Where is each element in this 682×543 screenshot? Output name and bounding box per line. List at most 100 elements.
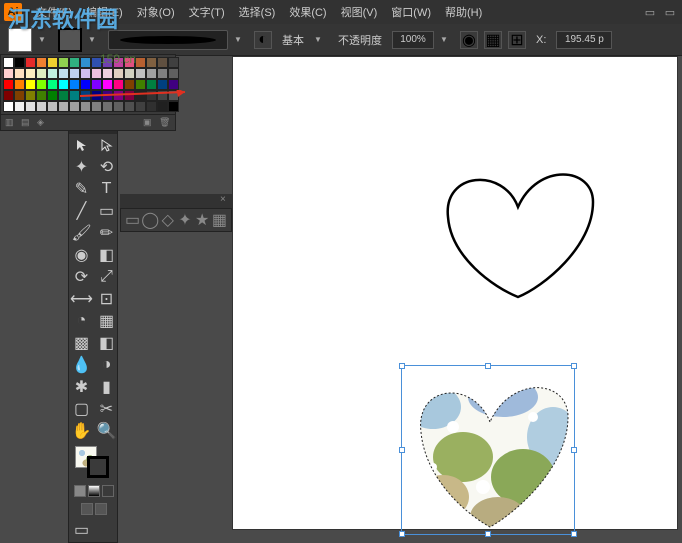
- swatch-cell[interactable]: [146, 68, 157, 79]
- swatch-library-icon[interactable]: ▥: [5, 117, 17, 129]
- swatch-cell[interactable]: [36, 79, 47, 90]
- swatch-cell[interactable]: [124, 79, 135, 90]
- swatch-cell[interactable]: [157, 68, 168, 79]
- swatch-cell[interactable]: [80, 68, 91, 79]
- swatch-cell[interactable]: [25, 90, 36, 101]
- stroke-dropdown-icon[interactable]: ▼: [88, 35, 102, 44]
- pen-tool[interactable]: ✎: [69, 178, 94, 200]
- swatch-cell[interactable]: [168, 101, 179, 112]
- swatch-cell[interactable]: [25, 68, 36, 79]
- artboard-tool[interactable]: ▢: [69, 398, 94, 420]
- swatch-cell[interactable]: [91, 101, 102, 112]
- swatch-cell[interactable]: [102, 90, 113, 101]
- mesh-tool[interactable]: ▩: [69, 332, 94, 354]
- swatch-cell[interactable]: [168, 68, 179, 79]
- style-button[interactable]: ◐: [254, 31, 272, 49]
- swatch-cell[interactable]: [146, 57, 157, 68]
- swatch-cell[interactable]: [58, 101, 69, 112]
- style-dropdown-icon[interactable]: ▼: [314, 35, 328, 44]
- swatch-cell[interactable]: [124, 68, 135, 79]
- swatch-cell[interactable]: [80, 57, 91, 68]
- slice-tool[interactable]: ✂: [94, 398, 119, 420]
- swatch-cell[interactable]: [47, 68, 58, 79]
- swatch-cell[interactable]: [58, 79, 69, 90]
- swatch-cell[interactable]: [102, 79, 113, 90]
- recolor-button[interactable]: ◉: [460, 31, 478, 49]
- heart-pattern-shape[interactable]: [403, 367, 577, 537]
- transform-button[interactable]: ⊞: [508, 31, 526, 49]
- menu-window[interactable]: 窗口(W): [385, 2, 437, 22]
- swatch-cell[interactable]: [69, 79, 80, 90]
- scale-tool[interactable]: ⤢: [94, 266, 119, 288]
- paintbrush-tool[interactable]: 🖌: [69, 222, 94, 244]
- swatch-cell[interactable]: [157, 90, 168, 101]
- swatch-cell[interactable]: [36, 57, 47, 68]
- canvas-artboard[interactable]: [232, 56, 678, 530]
- swatch-cell[interactable]: [102, 101, 113, 112]
- swatch-cell[interactable]: [3, 57, 14, 68]
- menu-effect[interactable]: 效果(C): [283, 2, 332, 22]
- swatch-cell[interactable]: [69, 57, 80, 68]
- swatch-cell[interactable]: [146, 79, 157, 90]
- fill-swatch[interactable]: [8, 28, 32, 52]
- swatch-cell[interactable]: [47, 101, 58, 112]
- swatch-cell[interactable]: [25, 57, 36, 68]
- swatch-cell[interactable]: [168, 90, 179, 101]
- swatch-cell[interactable]: [69, 68, 80, 79]
- swatch-cell[interactable]: [168, 57, 179, 68]
- layout-icon[interactable]: ▭: [642, 4, 658, 20]
- swatch-cell[interactable]: [25, 101, 36, 112]
- swatch-cell[interactable]: [157, 101, 168, 112]
- hand-tool[interactable]: ✋: [69, 420, 94, 442]
- swatch-cell[interactable]: [58, 90, 69, 101]
- swatch-cell[interactable]: [113, 79, 124, 90]
- swatch-cell[interactable]: [80, 90, 91, 101]
- swatch-cell[interactable]: [69, 101, 80, 112]
- zoom-tool[interactable]: 🔍: [94, 420, 119, 442]
- swatch-cell[interactable]: [168, 79, 179, 90]
- menu-type[interactable]: 文字(T): [183, 2, 231, 22]
- pencil-tool[interactable]: ✏: [94, 222, 119, 244]
- blob-brush-tool[interactable]: ◉: [69, 244, 94, 266]
- direct-selection-tool[interactable]: [94, 134, 119, 156]
- align-button[interactable]: ▦: [484, 31, 502, 49]
- stroke-indicator[interactable]: [87, 456, 109, 478]
- swatch-cell[interactable]: [80, 79, 91, 90]
- rectangle-tool[interactable]: ▭: [94, 200, 119, 222]
- swatch-cell[interactable]: [3, 101, 14, 112]
- swatch-cell[interactable]: [135, 101, 146, 112]
- opt-icon-5[interactable]: ★: [195, 212, 210, 228]
- swatch-cell[interactable]: [80, 101, 91, 112]
- swatch-cell[interactable]: [135, 90, 146, 101]
- swatch-cell[interactable]: [91, 90, 102, 101]
- menu-file[interactable]: 文件(F): [30, 2, 78, 22]
- opt-icon-6[interactable]: ▦: [212, 212, 227, 228]
- swatch-cell[interactable]: [124, 101, 135, 112]
- swatch-cell[interactable]: [47, 79, 58, 90]
- menu-object[interactable]: 对象(O): [131, 2, 181, 22]
- swatch-cell[interactable]: [14, 79, 25, 90]
- swatch-cell[interactable]: [25, 79, 36, 90]
- new-swatch-icon[interactable]: ▣: [143, 117, 155, 129]
- gradient-tool[interactable]: ◧: [94, 332, 119, 354]
- swatch-cell[interactable]: [113, 90, 124, 101]
- fill-dropdown-icon[interactable]: ▼: [38, 35, 52, 44]
- lasso-tool[interactable]: ⟲: [94, 156, 119, 178]
- swatch-cell[interactable]: [69, 90, 80, 101]
- menu-edit[interactable]: 编辑(E): [80, 2, 129, 22]
- swatch-cell[interactable]: [146, 101, 157, 112]
- swatch-cell[interactable]: [3, 90, 14, 101]
- delete-swatch-icon[interactable]: 🗑: [159, 117, 171, 129]
- eraser-tool[interactable]: ◧: [94, 244, 119, 266]
- swatch-cell[interactable]: [58, 57, 69, 68]
- swatch-cell[interactable]: [14, 57, 25, 68]
- x-position-input[interactable]: [556, 31, 612, 49]
- opt-icon-1[interactable]: ▭: [125, 212, 140, 228]
- swatch-cell[interactable]: [14, 101, 25, 112]
- opacity-input[interactable]: [392, 31, 434, 49]
- brush-preview[interactable]: [108, 30, 228, 50]
- swatch-cell[interactable]: [124, 57, 135, 68]
- swatch-cell[interactable]: [91, 57, 102, 68]
- swatch-cell[interactable]: [113, 57, 124, 68]
- opt-icon-4[interactable]: ✦: [177, 212, 192, 228]
